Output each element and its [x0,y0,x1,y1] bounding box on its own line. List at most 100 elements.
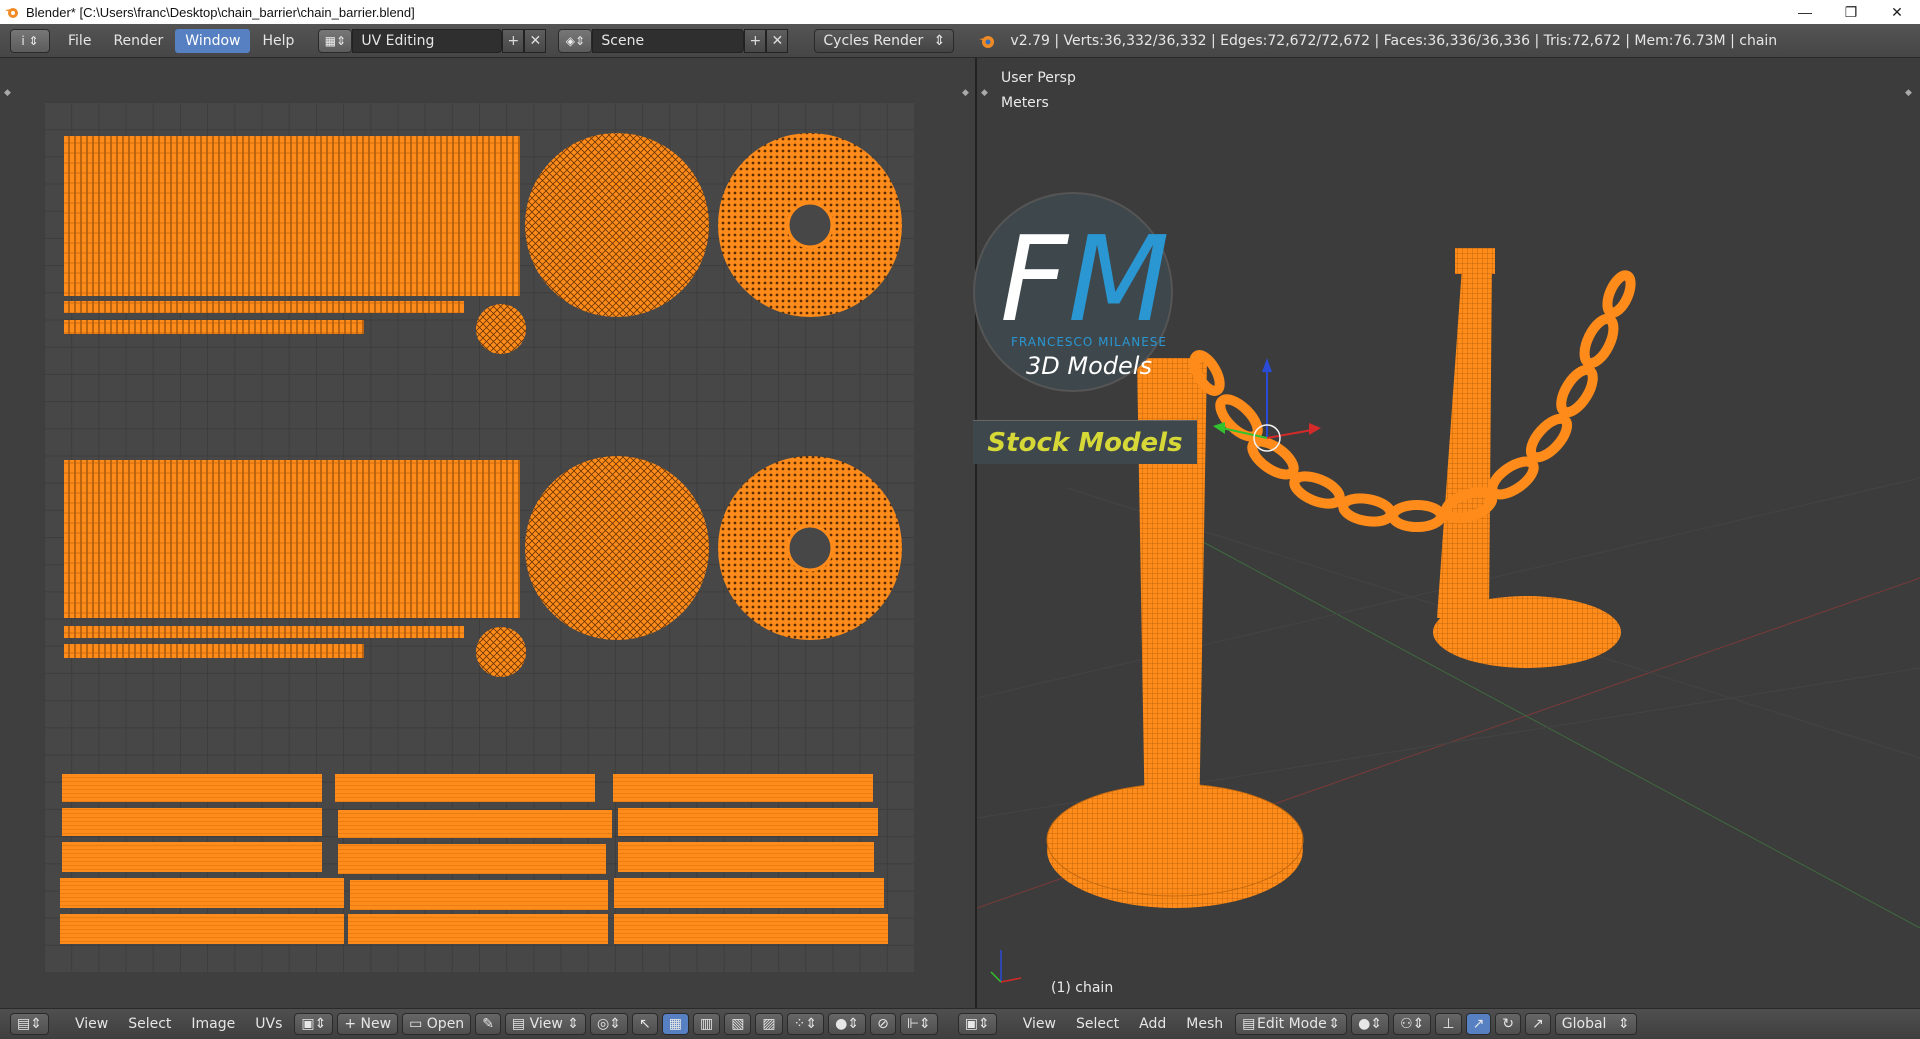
viewport-editor-type-button[interactable]: ▣⇕ [957,1013,997,1035]
proportional-edit-button[interactable]: ●⇕ [828,1013,867,1035]
snap-button[interactable]: ⊘ [870,1013,896,1035]
vertex-select-button[interactable]: ▦ [661,1013,689,1035]
vertex-select-icon: ▦ [668,1016,682,1032]
translate-manipulator-button[interactable]: ↗ [1465,1013,1492,1035]
sync-select-button[interactable]: ↖ [631,1013,658,1035]
blender-app-icon [5,8,18,18]
snap-target-button[interactable]: ⊩⇕ [899,1013,938,1035]
face-select-button[interactable]: ▧ [724,1013,752,1035]
cube-icon: ▣⇕ [964,1016,990,1032]
pivot-icon: ⚇⇕ [1400,1016,1425,1032]
folder-icon: ▭ [409,1016,423,1032]
uv-island-strip [64,644,364,658]
uv-islands [60,133,902,944]
open-image-button[interactable]: ▭ Open [402,1013,472,1035]
fm-logo: FM [1000,210,1170,348]
render-engine-dropdown[interactable]: Cycles Render ⇕ [814,28,955,53]
uv-island-chain-links [60,774,888,944]
cursor-icon: ↖ [638,1016,651,1032]
viewport-shading-button[interactable]: ●⇕ [1351,1013,1390,1035]
rotate-manipulator-button[interactable]: ↻ [1495,1013,1522,1035]
remove-scene-button[interactable]: ✕ [766,28,789,53]
add-layout-button[interactable]: + [502,28,525,53]
island-select-icon: ▨ [762,1016,776,1032]
transform-orientation-dropdown[interactable]: Global ⇕ [1554,1013,1637,1035]
snap-target-icon: ⊩⇕ [906,1016,931,1032]
proportional-icon: ●⇕ [835,1016,860,1032]
scale-icon: ↗ [1532,1016,1544,1032]
scale-manipulator-button[interactable]: ↗ [1525,1013,1551,1035]
rotate-icon: ↻ [1502,1016,1515,1032]
plus-icon: + [507,32,520,49]
uv-menu-image[interactable]: Image [183,1013,243,1035]
chain [1189,270,1636,532]
interaction-mode-dropdown[interactable]: ▤ Edit Mode ⇕ [1235,1013,1348,1035]
add-scene-button[interactable]: + [744,28,767,53]
bottom-headers: ▤⇕ View Select Image UVs ▣⇕ + New ▭ Open… [0,1008,1920,1039]
snap-icon: ⊘ [877,1016,889,1032]
uv-island-strip [64,320,364,334]
uv-island-ring-hole [786,201,834,249]
3d-viewport[interactable]: ◆ ◆ User Persp Meters (1) chain [977,58,1920,1008]
view-mode-dropdown[interactable]: ▤ View ⇕ [504,1013,587,1035]
plus-icon: + [344,1016,357,1032]
uv-editor-type-button[interactable]: ▤⇕ [10,1013,49,1035]
layout-grid-icon: ▦⇕ [324,33,347,48]
edit-mode-icon: ▤ [1242,1016,1256,1032]
scene-selector-button[interactable]: ◈⇕ [558,28,593,53]
uv-island-small-disc [476,304,526,354]
edge-select-icon: ▥ [699,1016,714,1032]
viewport-menu-add[interactable]: Add [1131,1013,1174,1035]
uv-menu-uvs[interactable]: UVs [247,1013,290,1035]
sticky-icon: ⁘⇕ [793,1016,818,1032]
close-icon: ✕ [771,32,784,49]
new-image-button[interactable]: + New [337,1013,399,1035]
uv-image-editor[interactable]: ◆ ◆ [0,58,977,1008]
scene-field[interactable]: Scene [592,28,745,53]
pivot-point-button[interactable]: ⚇⇕ [1393,1013,1432,1035]
plus-icon: + [749,32,762,49]
pivot-button[interactable]: ◎⇕ [590,1013,628,1035]
view-icon: ▤ [511,1016,526,1032]
window-title: Blender* [C:\Users\franc\Desktop\chain_b… [26,4,415,20]
scene-render [977,248,1920,983]
close-button[interactable]: ✕ [1874,0,1920,24]
right-post [1437,253,1492,618]
uv-island-cylinder [64,136,520,296]
info-header: i ⇕ File Render Window Help ▦⇕ UV Editin… [0,24,1920,58]
arrow-icon: ↗ [1472,1016,1485,1032]
active-object-label: (1) chain [1051,980,1114,996]
screen-layout-field[interactable]: UV Editing [352,28,503,53]
manipulator-icon: ⊥ [1442,1016,1455,1032]
scene-icon: ◈⇕ [565,33,586,48]
viewport-menu-view[interactable]: View [1015,1013,1064,1035]
maximize-button[interactable]: ❐ [1828,0,1874,24]
uv-island-ring-hole [786,524,834,572]
uv-menu-select[interactable]: Select [120,1013,179,1035]
menu-file[interactable]: File [58,29,101,53]
island-select-button[interactable]: ▨ [755,1013,783,1035]
pivot-icon: ◎⇕ [597,1016,621,1032]
viewport-menu-select[interactable]: Select [1068,1013,1127,1035]
uv-island-small-disc [476,627,526,677]
image-icon: ▣⇕ [301,1016,327,1032]
minimize-button[interactable]: — [1782,0,1828,24]
manipulator-toggle-button[interactable]: ⊥ [1435,1013,1462,1035]
edge-select-button[interactable]: ▥ [692,1013,721,1035]
uv-island-strip [64,626,464,638]
uv-menu-view[interactable]: View [67,1013,116,1035]
image-browse-button[interactable]: ▣⇕ [294,1013,334,1035]
close-icon: ✕ [529,32,542,49]
remove-layout-button[interactable]: ✕ [524,28,547,53]
axis-orientation-indicator [990,950,1022,983]
menu-render[interactable]: Render [103,29,173,53]
uv-island-strip [64,301,464,313]
menu-window[interactable]: Window [175,28,251,53]
screen-layout-button[interactable]: ▦⇕ [318,28,353,53]
pin-button[interactable]: ✎ [475,1013,501,1035]
editor-type-info-button[interactable]: i ⇕ [10,28,50,53]
stock-models-banner: Stock Models [973,420,1197,464]
viewport-menu-mesh[interactable]: Mesh [1178,1013,1231,1035]
menu-help[interactable]: Help [252,29,304,53]
sticky-select-button[interactable]: ⁘⇕ [786,1013,825,1035]
